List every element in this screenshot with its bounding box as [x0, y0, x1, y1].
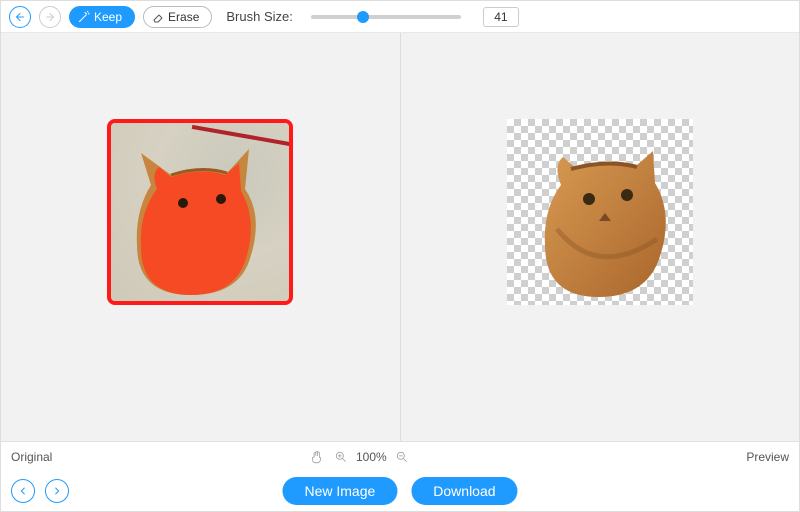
- redo-button[interactable]: [39, 6, 61, 28]
- preview-pane[interactable]: [401, 33, 800, 441]
- app-root: Keep Erase Brush Size: 41: [0, 0, 800, 512]
- slider-track: [311, 15, 461, 19]
- erase-label: Erase: [168, 10, 199, 24]
- zoom-out-icon[interactable]: [395, 450, 409, 464]
- undo-button[interactable]: [9, 6, 31, 28]
- status-mid-controls: 100%: [310, 450, 409, 464]
- wand-icon: [78, 11, 90, 23]
- keep-button[interactable]: Keep: [69, 6, 135, 28]
- original-pane[interactable]: [1, 33, 400, 441]
- erase-button[interactable]: Erase: [143, 6, 212, 28]
- chevron-left-icon: [18, 486, 28, 496]
- preview-label: Preview: [746, 450, 789, 464]
- chevron-right-icon: [52, 486, 62, 496]
- brush-size-label: Brush Size:: [226, 9, 292, 24]
- eraser-icon: [152, 11, 164, 23]
- status-bar: Original 100% Preview: [1, 441, 799, 471]
- slider-thumb[interactable]: [357, 11, 369, 23]
- redo-icon: [44, 11, 56, 23]
- zoom-in-icon[interactable]: [334, 450, 348, 464]
- preview-cat-cutout: [527, 129, 687, 299]
- next-button[interactable]: [45, 479, 69, 503]
- brush-size-value[interactable]: 41: [483, 7, 519, 27]
- preview-image-frame: [507, 119, 693, 305]
- prev-button[interactable]: [11, 479, 35, 503]
- toolbar: Keep Erase Brush Size: 41: [1, 1, 799, 33]
- original-image-highlight-frame: [107, 119, 293, 305]
- download-button[interactable]: Download: [411, 477, 517, 505]
- bottom-actions: New Image Download: [282, 477, 517, 505]
- zoom-level: 100%: [356, 450, 387, 464]
- keep-label: Keep: [94, 10, 122, 24]
- zoom-controls: 100%: [334, 450, 409, 464]
- original-cat-image: [131, 145, 271, 295]
- keep-mask-overlay: [141, 163, 251, 295]
- brush-size-slider[interactable]: [311, 15, 461, 19]
- new-image-button[interactable]: New Image: [282, 477, 397, 505]
- bottom-bar: New Image Download: [1, 471, 799, 511]
- undo-icon: [14, 11, 26, 23]
- hand-pan-icon[interactable]: [310, 450, 324, 464]
- canvas-area: [1, 33, 799, 441]
